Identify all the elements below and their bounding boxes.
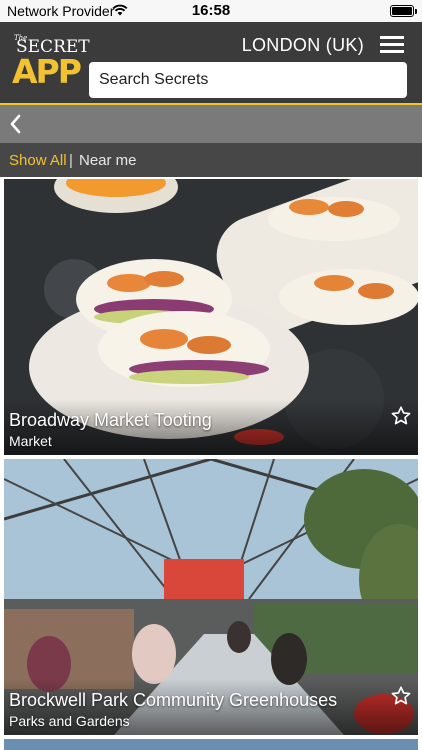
city-selector[interactable]: LONDON (UK) bbox=[242, 35, 364, 56]
card-title[interactable]: Brockwell Park Community Greenhouses bbox=[9, 690, 337, 711]
status-bar: Network Provider 16:58 bbox=[0, 0, 422, 22]
hamburger-menu-icon[interactable] bbox=[380, 36, 404, 54]
listing-card[interactable]: Brockwell Park Community Greenhouses Par… bbox=[4, 459, 418, 735]
search-input[interactable] bbox=[89, 62, 407, 98]
chevron-left-icon[interactable] bbox=[7, 113, 25, 135]
app-logo[interactable]: The SECRET APP bbox=[12, 32, 90, 96]
battery-level bbox=[392, 7, 412, 15]
card-title[interactable]: Broadway Market Tooting bbox=[9, 410, 212, 431]
card-category: Market bbox=[9, 433, 52, 449]
star-outline-icon[interactable] bbox=[390, 685, 412, 707]
star-outline-icon[interactable] bbox=[390, 405, 412, 427]
navigation-bar bbox=[0, 105, 422, 143]
filter-separator: | bbox=[69, 152, 73, 169]
filter-show-all[interactable]: Show All bbox=[9, 152, 67, 169]
filter-near-me[interactable]: Near me bbox=[79, 152, 137, 169]
card-category: Parks and Gardens bbox=[9, 713, 130, 729]
filter-bar: Show All | Near me bbox=[0, 143, 422, 177]
logo-main-text: APP bbox=[12, 52, 82, 91]
listing-card-next[interactable] bbox=[4, 739, 418, 750]
app-header: The SECRET APP LONDON (UK) bbox=[0, 22, 422, 103]
listing-card[interactable]: Broadway Market Tooting Market bbox=[4, 179, 418, 455]
battery-icon bbox=[390, 5, 417, 17]
status-time: 16:58 bbox=[191, 2, 231, 19]
